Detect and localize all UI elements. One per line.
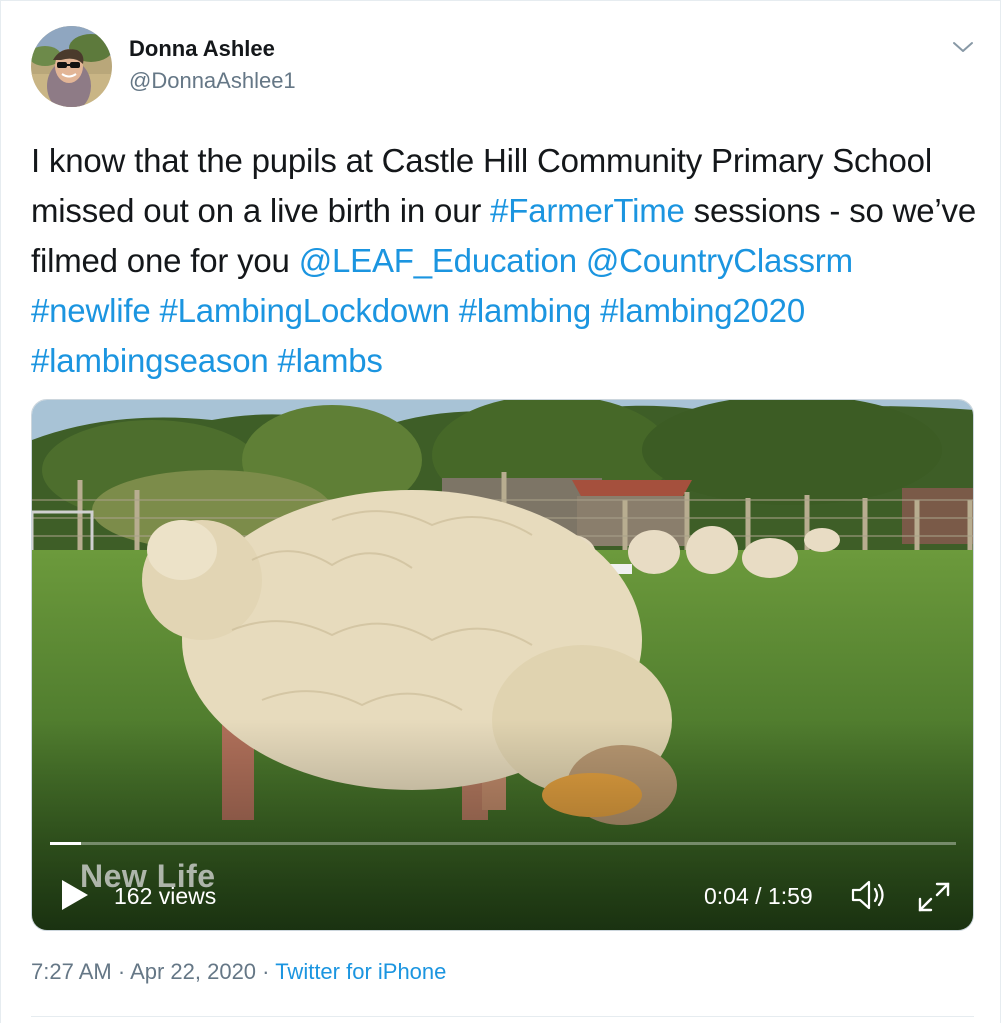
- mention-link[interactable]: @LEAF_Education: [299, 242, 577, 279]
- play-button[interactable]: [60, 878, 90, 912]
- tweet-text-segment: [591, 292, 600, 329]
- author-handle[interactable]: @DonnaAshlee1: [129, 68, 296, 94]
- hashtag-link[interactable]: #lambing2020: [600, 292, 805, 329]
- hashtag-link[interactable]: #lambing: [459, 292, 592, 329]
- avatar[interactable]: [31, 26, 112, 107]
- tweet-text-segment: [269, 342, 278, 379]
- hashtag-link[interactable]: #LambingLockdown: [159, 292, 450, 329]
- video-player[interactable]: New Life 162 views 0:04 / 1:59: [31, 399, 974, 931]
- tweet-text-segment: [577, 242, 586, 279]
- mention-link[interactable]: @CountryClassrm: [586, 242, 853, 279]
- fullscreen-button[interactable]: [916, 880, 952, 914]
- avatar-photo: [31, 26, 112, 107]
- hashtag-link[interactable]: #FarmerTime: [490, 192, 685, 229]
- tweet-footer: 7:27 AM · Apr 22, 2020 · Twitter for iPh…: [31, 959, 446, 985]
- tweet-date[interactable]: Apr 22, 2020: [130, 959, 256, 984]
- play-icon: [62, 880, 88, 910]
- hashtag-link[interactable]: #lambingseason: [31, 342, 269, 379]
- tweet-source[interactable]: Twitter for iPhone: [275, 959, 446, 984]
- view-count: 162 views: [114, 883, 217, 909]
- author-name[interactable]: Donna Ashlee: [129, 36, 275, 62]
- hashtag-link[interactable]: #lambs: [278, 342, 383, 379]
- fullscreen-icon: [918, 882, 950, 912]
- tweet-text-segment: [450, 292, 459, 329]
- hashtag-link[interactable]: #newlife: [31, 292, 151, 329]
- chevron-down-icon[interactable]: [951, 37, 975, 57]
- video-progress-track[interactable]: [50, 842, 956, 845]
- divider: [31, 1016, 974, 1017]
- video-time: 0:04 / 1:59: [704, 883, 813, 909]
- video-progress-fill: [50, 842, 81, 845]
- tweet-text: I know that the pupils at Castle Hill Co…: [31, 136, 981, 386]
- tweet-card: Donna Ashlee @DonnaAshlee1 I know that t…: [0, 0, 1001, 1023]
- video-frame: [32, 400, 973, 930]
- footer-separator: ·: [256, 959, 276, 984]
- volume-icon: [851, 880, 884, 910]
- volume-button[interactable]: [850, 878, 890, 912]
- tweet-time[interactable]: 7:27 AM: [31, 959, 112, 984]
- footer-separator: ·: [111, 959, 131, 984]
